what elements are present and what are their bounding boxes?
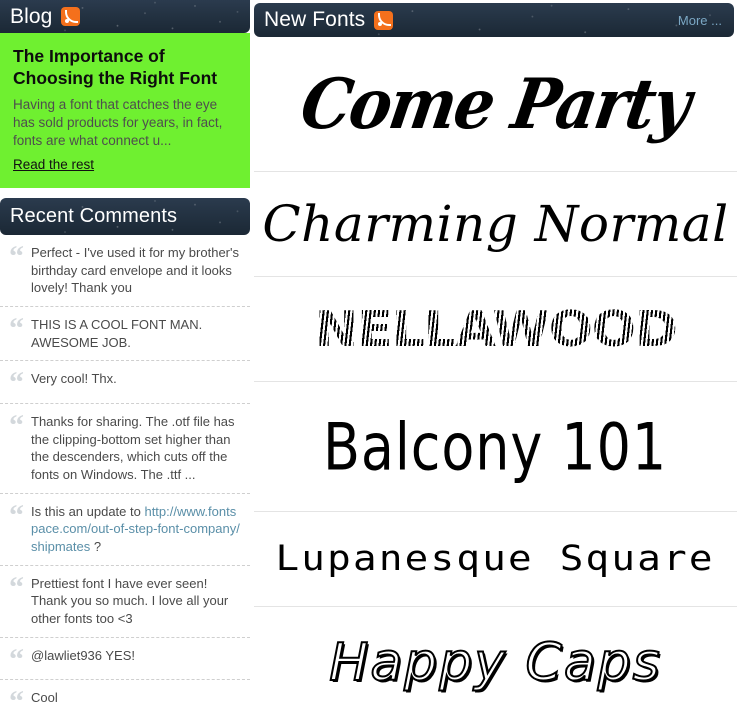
- comment-text: THIS IS A COOL FONT MAN. AWESOME JOB.: [31, 316, 203, 350]
- comment-text: @lawliet936 YES!: [31, 647, 136, 663]
- font-preview-row[interactable]: NELLAWOOD: [254, 277, 737, 382]
- comment-item[interactable]: “ @lawliet936 YES!: [0, 638, 250, 681]
- font-preview-list: Come Party Charming Normal NELLAWOOD Balcon…: [250, 37, 737, 719]
- left-sidebar: Blog The Importance of Choosing the Righ…: [0, 0, 250, 719]
- quote-icon: “: [9, 239, 24, 273]
- more-link[interactable]: More ...: [678, 13, 722, 28]
- comment-text: Very cool! Thx.: [31, 371, 117, 387]
- comment-text: Thanks for sharing. The .otf file has th…: [31, 413, 235, 482]
- new-fonts-title: New Fonts: [264, 8, 366, 31]
- comment-text: Is this an update to http://www.fontspac…: [31, 503, 240, 554]
- font-preview-sample: Charming Normal: [262, 195, 729, 253]
- quote-icon: “: [9, 498, 24, 532]
- blog-panel-header: Blog: [0, 0, 250, 33]
- font-preview-sample: Happy Caps: [328, 633, 662, 693]
- new-fonts-header: New Fonts More ...: [254, 3, 734, 37]
- comment-item[interactable]: “Is this an update to http://www.fontspa…: [0, 494, 250, 566]
- comment-item[interactable]: “THIS IS A COOL FONT MAN. AWESOME JOB.: [0, 307, 250, 362]
- recent-comments-title: Recent Comments: [10, 204, 178, 227]
- comment-text: Cool: [31, 690, 58, 706]
- rss-icon[interactable]: [374, 10, 394, 30]
- blog-post-excerpt: Having a font that catches the eye has s…: [13, 97, 223, 148]
- quote-icon: “: [9, 311, 24, 345]
- recent-comments-header: Recent Comments: [0, 197, 250, 235]
- rss-icon[interactable]: [61, 7, 81, 26]
- quote-icon: “: [9, 685, 24, 719]
- font-preview-row[interactable]: Charming Normal: [254, 172, 737, 277]
- comment-item[interactable]: “Prettiest font I have ever seen! Thank …: [0, 566, 250, 638]
- comment-item[interactable]: “Perfect - I've used it for my brother's…: [0, 235, 250, 307]
- font-preview-sample: Lupanesque Square: [275, 538, 716, 579]
- comment-text: Perfect - I've used it for my brother's …: [31, 244, 239, 296]
- font-preview-row[interactable]: Come Party: [254, 37, 737, 172]
- blog-featured-post[interactable]: The Importance of Choosing the Right Fon…: [0, 33, 250, 188]
- comment-text: Prettiest font I have ever seen! Thank y…: [31, 575, 229, 626]
- read-the-rest-link[interactable]: Read the rest: [13, 157, 94, 172]
- font-preview-row[interactable]: Balcony 101: [254, 382, 737, 512]
- quote-icon: “: [9, 366, 24, 400]
- font-preview-row[interactable]: Lupanesque Square: [254, 512, 737, 607]
- blog-post-title: The Importance of Choosing the Right Fon…: [13, 46, 218, 89]
- quote-icon: “: [9, 642, 24, 676]
- font-preview-row[interactable]: Happy Caps: [254, 607, 737, 719]
- quote-icon: “: [9, 408, 24, 442]
- page-root: Blog The Importance of Choosing the Righ…: [0, 0, 737, 719]
- recent-comments-list: “Perfect - I've used it for my brother's…: [0, 235, 250, 719]
- new-fonts-panel: New Fonts More ... Come Party Charming No…: [250, 0, 737, 719]
- font-preview-sample: Come Party: [296, 62, 696, 145]
- blog-panel-title: Blog: [10, 4, 53, 28]
- font-preview-sample: Balcony 101: [323, 408, 668, 485]
- quote-icon: “: [9, 570, 24, 604]
- comment-link[interactable]: http://www.fontspace.com/out-of-step-fon…: [31, 504, 240, 554]
- font-preview-sample: NELLAWOOD: [314, 300, 677, 358]
- comment-item[interactable]: “ Cool: [0, 680, 250, 719]
- comment-item[interactable]: “ Very cool! Thx.: [0, 361, 250, 404]
- comment-item[interactable]: “Thanks for sharing. The .otf file has t…: [0, 404, 250, 494]
